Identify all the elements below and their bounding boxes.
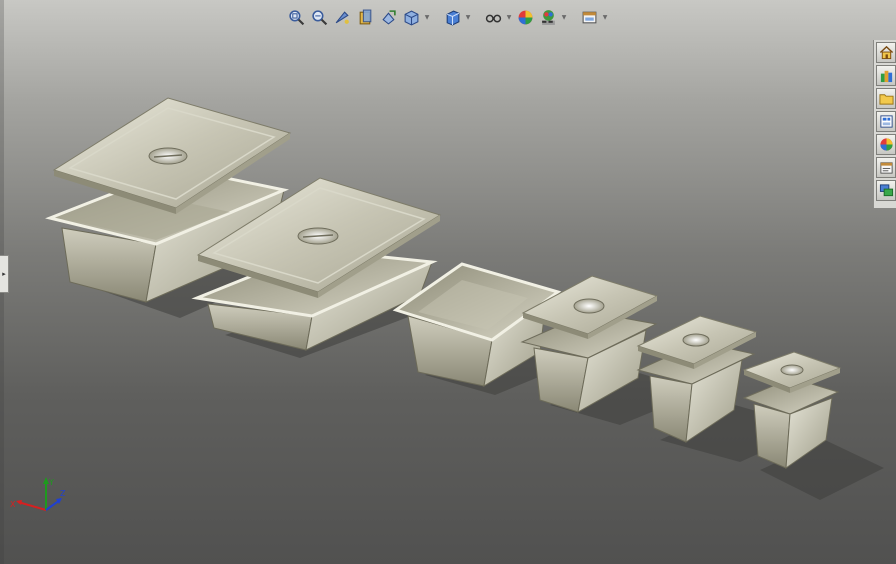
section-view-icon <box>359 9 371 24</box>
view-orientation-dropdown[interactable]: ▼ <box>424 7 430 27</box>
triad-x-axis <box>17 501 47 511</box>
section-view-button[interactable] <box>355 7 375 27</box>
heads-up-view-toolbar: ▼ ▼ ▼ ▼ ▼ <box>286 6 608 28</box>
model-view[interactable] <box>0 0 896 564</box>
apply-scene-dropdown[interactable]: ▼ <box>561 7 567 27</box>
scene-icon <box>541 9 555 25</box>
tab-custom-properties[interactable] <box>876 157 896 178</box>
view-settings-dropdown[interactable]: ▼ <box>602 7 608 27</box>
hide-show-icon <box>485 14 501 22</box>
display-style-icon <box>446 10 459 26</box>
view-settings-icon <box>582 11 596 23</box>
triad-x-arrow <box>16 500 22 505</box>
tab-view-palette[interactable] <box>876 111 896 132</box>
tab-appearances[interactable] <box>876 134 896 155</box>
design-library-icon <box>880 70 892 83</box>
zoom-to-area-button[interactable] <box>309 7 329 27</box>
folder-icon <box>878 94 894 105</box>
zoom-to-fit-icon <box>288 9 304 25</box>
triad-z-label: Z <box>60 489 66 498</box>
hide-show-dropdown[interactable]: ▼ <box>506 7 512 27</box>
dynamic-annotation-views-button[interactable] <box>378 7 398 27</box>
hide-show-items-button[interactable] <box>483 7 503 27</box>
expand-arrow-icon: ▸ <box>2 270 6 278</box>
panel-flyout-toggle[interactable]: ▸ <box>0 255 9 293</box>
previous-view-icon <box>335 10 349 24</box>
graphics-area[interactable]: ▸ ▼ ▼ ▼ ▼ ▼ X Y Z <box>0 0 896 564</box>
view-orientation-button[interactable] <box>401 7 421 27</box>
view-palette-icon <box>879 115 893 128</box>
lid-6[interactable] <box>742 351 842 393</box>
custom-properties-icon <box>879 162 893 174</box>
zoom-to-area-icon <box>311 9 327 25</box>
zoom-to-fit-button[interactable] <box>286 7 306 27</box>
triad-y-label: Y <box>48 478 54 487</box>
tab-resources[interactable] <box>876 42 896 63</box>
view-settings-button[interactable] <box>579 7 599 27</box>
annotation-view-icon <box>381 9 396 25</box>
reference-triad: X Y Z <box>10 477 66 511</box>
tab-solidworks-forum[interactable] <box>876 180 896 201</box>
task-pane-tabs <box>873 40 896 208</box>
triad-x-label: X <box>10 500 16 509</box>
tab-file-explorer[interactable] <box>876 88 896 109</box>
edit-appearance-button[interactable] <box>515 7 535 27</box>
apply-scene-button[interactable] <box>538 7 558 27</box>
view-orientation-icon <box>404 10 418 26</box>
display-style-dropdown[interactable]: ▼ <box>465 7 471 27</box>
forum-icon <box>879 184 893 197</box>
home-icon <box>879 45 893 60</box>
appearances-icon <box>879 138 893 151</box>
display-style-button[interactable] <box>442 7 462 27</box>
tab-design-library[interactable] <box>876 65 896 86</box>
appearance-icon <box>518 10 532 24</box>
previous-view-button[interactable] <box>332 7 352 27</box>
